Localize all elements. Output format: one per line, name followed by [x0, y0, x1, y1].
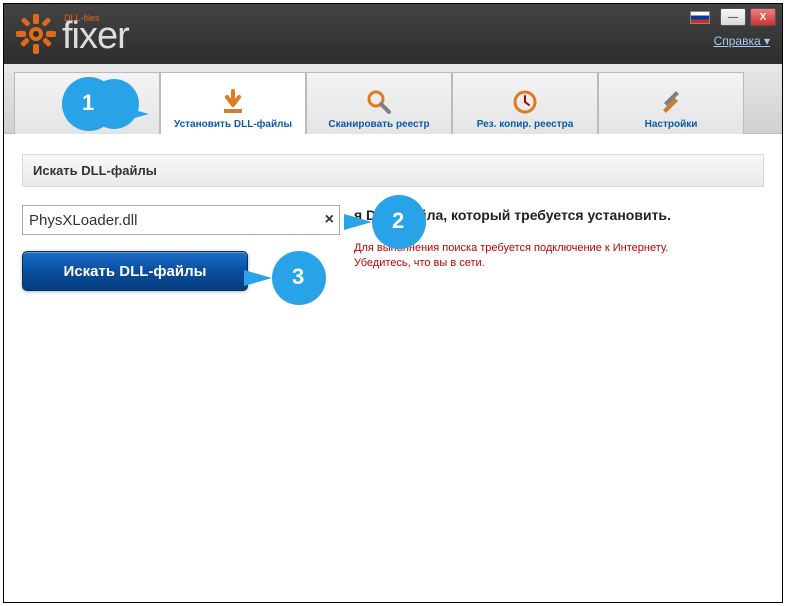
- app-logo: DLL-files fixer: [14, 12, 129, 56]
- window-controls: — X: [690, 8, 776, 26]
- tab-status[interactable]: С: [14, 72, 160, 134]
- download-icon: [218, 85, 248, 119]
- search-field-wrap: ×: [22, 205, 340, 235]
- tab-bar: С Установить DLL-файлы Сканировать реест…: [4, 64, 782, 134]
- restore-icon: [511, 85, 539, 119]
- logo-big-text: fixer: [62, 17, 129, 55]
- flag-icon[interactable]: [690, 11, 710, 24]
- help-link[interactable]: Справка ▾: [714, 34, 770, 48]
- instruction-warning: Для выполнения поиска требуется подключе…: [354, 241, 764, 272]
- search-button[interactable]: Искать DLL-файлы: [22, 251, 248, 291]
- tab-settings[interactable]: Настройки: [598, 72, 744, 134]
- search-input[interactable]: [22, 205, 340, 235]
- instruction-title: я DLL-файла, который требуется установит…: [354, 207, 764, 223]
- screenshot-frame: DLL-files fixer — X Справка ▾ С Установи…: [3, 3, 783, 603]
- magnifier-icon: [365, 85, 393, 119]
- tab-scan-registry[interactable]: Сканировать реестр: [306, 72, 452, 134]
- instructions: я DLL-файла, который требуется установит…: [354, 205, 764, 272]
- app-window: DLL-files fixer — X Справка ▾ С Установи…: [4, 4, 782, 602]
- content-area: Искать DLL-файлы × Искать DLL-файлы я DL…: [4, 134, 782, 602]
- title-bar: DLL-files fixer — X Справка ▾: [4, 4, 782, 64]
- tools-icon: [657, 85, 685, 119]
- minimize-button[interactable]: —: [720, 8, 746, 26]
- clear-icon[interactable]: ×: [325, 211, 334, 229]
- tab-backup-registry[interactable]: Рез. копир. реестра: [452, 72, 598, 134]
- section-header: Искать DLL-файлы: [22, 154, 764, 187]
- close-button[interactable]: X: [750, 8, 776, 26]
- tab-install-dll[interactable]: Установить DLL-файлы: [160, 72, 306, 134]
- gear-icon: [14, 12, 58, 56]
